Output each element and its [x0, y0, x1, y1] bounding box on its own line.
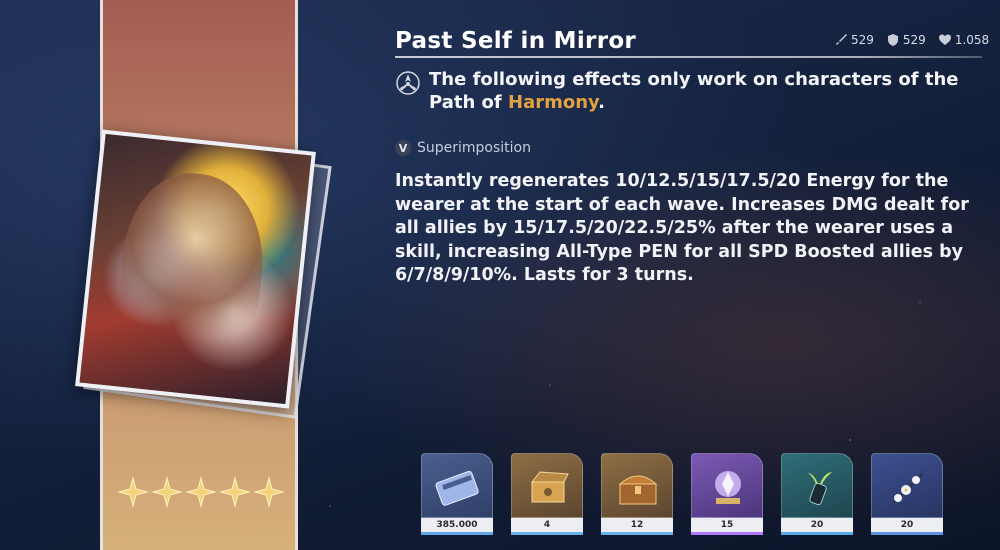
harmony-path-icon: [396, 71, 420, 95]
sprout-vial-icon: [808, 472, 832, 506]
material-tile: [871, 453, 943, 518]
material-quantity: 20: [871, 518, 943, 532]
heart-icon: [938, 34, 951, 45]
material-item[interactable]: 20: [871, 453, 943, 535]
material-item[interactable]: 20: [781, 453, 853, 535]
star-icon: [151, 476, 183, 508]
path-restriction: The following effects only work on chara…: [395, 68, 985, 114]
material-quantity: 20: [781, 518, 853, 532]
material-tile: [511, 453, 583, 518]
stat-defense-value: 529: [902, 33, 926, 47]
flower-branch-icon: [893, 473, 924, 504]
title-divider: [395, 56, 982, 58]
stat-hp-value: 1.058: [954, 33, 990, 47]
star-icon: [117, 476, 149, 508]
material-tile: [601, 453, 673, 518]
treasure-chest-icon: [618, 475, 658, 505]
material-rarity-bar: [781, 532, 853, 535]
stat-defense: 529: [886, 33, 926, 47]
material-item[interactable]: 15: [691, 453, 763, 535]
crystal-orb-icon: [715, 471, 741, 504]
path-suffix: .: [598, 92, 605, 113]
stat-attack-value: 529: [851, 33, 874, 47]
material-item[interactable]: 12: [601, 453, 673, 535]
materials-list: 385.000 4 12 15 20 20: [421, 453, 943, 535]
material-quantity: 15: [691, 518, 763, 532]
superimposition-label: Superimposition: [417, 140, 531, 156]
material-item[interactable]: 385.000: [421, 453, 493, 535]
material-quantity: 4: [511, 518, 583, 532]
stats-row: 529 529 1.058: [834, 33, 989, 47]
material-item[interactable]: 4: [511, 453, 583, 535]
rarity-stars: [116, 476, 286, 508]
material-quantity: 385.000: [421, 518, 493, 532]
star-icon: [253, 476, 285, 508]
material-rarity-bar: [691, 532, 763, 535]
star-icon: [219, 476, 251, 508]
superimposition-rank-badge: V: [395, 140, 411, 156]
music-box-icon: [530, 471, 569, 503]
lightcone-illustration: [112, 166, 272, 371]
stat-attack: 529: [834, 33, 874, 47]
effect-description: Instantly regenerates 10/12.5/15/17.5/20…: [395, 171, 969, 285]
lightcone-title: Past Self in Mirror: [395, 28, 637, 54]
material-quantity: 12: [601, 518, 673, 532]
superimposition-row: V Superimposition: [395, 140, 531, 156]
material-tile: [691, 453, 763, 518]
material-rarity-bar: [421, 532, 493, 535]
material-rarity-bar: [511, 532, 583, 535]
material-tile: [781, 453, 853, 518]
star-icon: [185, 476, 217, 508]
stat-hp: 1.058: [938, 33, 989, 47]
lightcone-card-art[interactable]: [75, 129, 316, 409]
shield-icon: [887, 34, 898, 46]
credit-card-icon: [435, 470, 479, 506]
path-restriction-text: The following effects only work on chara…: [429, 68, 985, 114]
sword-icon: [836, 34, 847, 45]
material-rarity-bar: [601, 532, 673, 535]
material-rarity-bar: [871, 532, 943, 535]
material-tile: [421, 453, 493, 518]
path-name: Harmony: [508, 92, 599, 113]
